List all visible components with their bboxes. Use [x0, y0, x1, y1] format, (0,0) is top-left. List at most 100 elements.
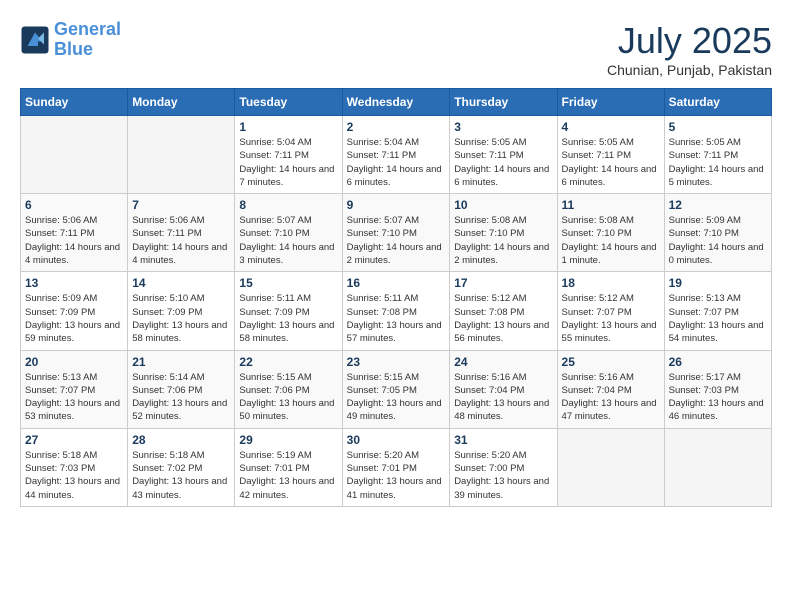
- day-info: Sunrise: 5:11 AM Sunset: 7:08 PM Dayligh…: [347, 292, 446, 345]
- calendar-cell: 26 Sunrise: 5:17 AM Sunset: 7:03 PM Dayli…: [664, 350, 771, 428]
- calendar-week-4: 20Sunrise: 5:13 AM Sunset: 7:07 PM Dayli…: [21, 350, 772, 428]
- day-number: 2: [347, 120, 446, 134]
- day-number: 27: [25, 433, 123, 447]
- day-info: Sunrise: 5:14 AM Sunset: 7:06 PM Dayligh…: [132, 371, 230, 424]
- day-number: 22: [239, 355, 337, 369]
- day-info: Sunrise: 5:13 AM Sunset: 7:07 PM Dayligh…: [669, 292, 767, 345]
- calendar-cell: 21 Sunrise: 5:14 AM Sunset: 7:06 PM Dayli…: [128, 350, 235, 428]
- day-info: Sunrise: 5:05 AM Sunset: 7:11 PM Dayligh…: [562, 136, 660, 189]
- day-info: Sunrise: 5:07 AM Sunset: 7:10 PM Dayligh…: [347, 214, 446, 267]
- calendar-cell: 27 Sunrise: 5:18 AM Sunset: 7:03 PM Dayli…: [21, 428, 128, 506]
- calendar-cell: 9 Sunrise: 5:07 AM Sunset: 7:10 PM Daylig…: [342, 194, 450, 272]
- calendar-cell: 2Sunrise: 5:04 AM Sunset: 7:11 PM Daylig…: [342, 116, 450, 194]
- day-info: Sunrise: 5:04 AM Sunset: 7:11 PM Dayligh…: [239, 136, 337, 189]
- logo-blue: Blue: [54, 39, 93, 59]
- calendar-week-5: 27 Sunrise: 5:18 AM Sunset: 7:03 PM Dayli…: [21, 428, 772, 506]
- weekday-header-monday: Monday: [128, 89, 235, 116]
- day-number: 16: [347, 276, 446, 290]
- calendar-cell: 7Sunrise: 5:06 AM Sunset: 7:11 PM Daylig…: [128, 194, 235, 272]
- calendar-cell: 5 Sunrise: 5:05 AM Sunset: 7:11 PM Daylig…: [664, 116, 771, 194]
- month-title: July 2025: [607, 20, 772, 62]
- calendar-cell: 18 Sunrise: 5:12 AM Sunset: 7:07 PM Dayli…: [557, 272, 664, 350]
- day-number: 8: [239, 198, 337, 212]
- day-number: 26: [669, 355, 767, 369]
- calendar-cell: 24Sunrise: 5:16 AM Sunset: 7:04 PM Dayli…: [450, 350, 557, 428]
- calendar-cell: 11 Sunrise: 5:08 AM Sunset: 7:10 PM Dayli…: [557, 194, 664, 272]
- day-info: Sunrise: 5:09 AM Sunset: 7:09 PM Dayligh…: [25, 292, 123, 345]
- calendar-cell: 31 Sunrise: 5:20 AM Sunset: 7:00 PM Dayli…: [450, 428, 557, 506]
- day-number: 18: [562, 276, 660, 290]
- title-block: July 2025 Chunian, Punjab, Pakistan: [607, 20, 772, 78]
- day-number: 21: [132, 355, 230, 369]
- day-number: 30: [347, 433, 446, 447]
- day-info: Sunrise: 5:15 AM Sunset: 7:06 PM Dayligh…: [239, 371, 337, 424]
- day-number: 24: [454, 355, 552, 369]
- day-info: Sunrise: 5:20 AM Sunset: 7:01 PM Dayligh…: [347, 449, 446, 502]
- weekday-header-tuesday: Tuesday: [235, 89, 342, 116]
- day-info: Sunrise: 5:07 AM Sunset: 7:10 PM Dayligh…: [239, 214, 337, 267]
- calendar-cell: [128, 116, 235, 194]
- logo: General Blue: [20, 20, 121, 60]
- day-info: Sunrise: 5:12 AM Sunset: 7:08 PM Dayligh…: [454, 292, 552, 345]
- calendar-cell: 6Sunrise: 5:06 AM Sunset: 7:11 PM Daylig…: [21, 194, 128, 272]
- calendar-cell: 25Sunrise: 5:16 AM Sunset: 7:04 PM Dayli…: [557, 350, 664, 428]
- weekday-header-thursday: Thursday: [450, 89, 557, 116]
- day-info: Sunrise: 5:09 AM Sunset: 7:10 PM Dayligh…: [669, 214, 767, 267]
- day-number: 11: [562, 198, 660, 212]
- day-number: 1: [239, 120, 337, 134]
- day-number: 17: [454, 276, 552, 290]
- day-info: Sunrise: 5:08 AM Sunset: 7:10 PM Dayligh…: [562, 214, 660, 267]
- day-info: Sunrise: 5:13 AM Sunset: 7:07 PM Dayligh…: [25, 371, 123, 424]
- page-header: General Blue July 2025 Chunian, Punjab, …: [20, 20, 772, 78]
- calendar-table: SundayMondayTuesdayWednesdayThursdayFrid…: [20, 88, 772, 507]
- calendar-cell: 4Sunrise: 5:05 AM Sunset: 7:11 PM Daylig…: [557, 116, 664, 194]
- day-info: Sunrise: 5:16 AM Sunset: 7:04 PM Dayligh…: [562, 371, 660, 424]
- calendar-cell: 29Sunrise: 5:19 AM Sunset: 7:01 PM Dayli…: [235, 428, 342, 506]
- day-info: Sunrise: 5:17 AM Sunset: 7:03 PM Dayligh…: [669, 371, 767, 424]
- calendar-cell: [664, 428, 771, 506]
- day-info: Sunrise: 5:19 AM Sunset: 7:01 PM Dayligh…: [239, 449, 337, 502]
- calendar-cell: 15Sunrise: 5:11 AM Sunset: 7:09 PM Dayli…: [235, 272, 342, 350]
- day-info: Sunrise: 5:15 AM Sunset: 7:05 PM Dayligh…: [347, 371, 446, 424]
- logo-general: General: [54, 19, 121, 39]
- day-number: 12: [669, 198, 767, 212]
- day-info: Sunrise: 5:20 AM Sunset: 7:00 PM Dayligh…: [454, 449, 552, 502]
- day-number: 10: [454, 198, 552, 212]
- calendar-cell: 28Sunrise: 5:18 AM Sunset: 7:02 PM Dayli…: [128, 428, 235, 506]
- weekday-header-saturday: Saturday: [664, 89, 771, 116]
- day-info: Sunrise: 5:10 AM Sunset: 7:09 PM Dayligh…: [132, 292, 230, 345]
- calendar-cell: [557, 428, 664, 506]
- calendar-cell: 16 Sunrise: 5:11 AM Sunset: 7:08 PM Dayli…: [342, 272, 450, 350]
- calendar-week-3: 13 Sunrise: 5:09 AM Sunset: 7:09 PM Dayli…: [21, 272, 772, 350]
- weekday-header-sunday: Sunday: [21, 89, 128, 116]
- day-info: Sunrise: 5:18 AM Sunset: 7:03 PM Dayligh…: [25, 449, 123, 502]
- calendar-cell: 13 Sunrise: 5:09 AM Sunset: 7:09 PM Dayli…: [21, 272, 128, 350]
- day-number: 23: [347, 355, 446, 369]
- weekday-header-wednesday: Wednesday: [342, 89, 450, 116]
- day-number: 31: [454, 433, 552, 447]
- day-number: 14: [132, 276, 230, 290]
- calendar-cell: 12 Sunrise: 5:09 AM Sunset: 7:10 PM Dayli…: [664, 194, 771, 272]
- location: Chunian, Punjab, Pakistan: [607, 62, 772, 78]
- day-number: 19: [669, 276, 767, 290]
- calendar-week-2: 6Sunrise: 5:06 AM Sunset: 7:11 PM Daylig…: [21, 194, 772, 272]
- day-info: Sunrise: 5:12 AM Sunset: 7:07 PM Dayligh…: [562, 292, 660, 345]
- day-number: 5: [669, 120, 767, 134]
- day-number: 3: [454, 120, 552, 134]
- calendar-cell: 19 Sunrise: 5:13 AM Sunset: 7:07 PM Dayli…: [664, 272, 771, 350]
- day-number: 9: [347, 198, 446, 212]
- calendar-cell: [21, 116, 128, 194]
- day-info: Sunrise: 5:18 AM Sunset: 7:02 PM Dayligh…: [132, 449, 230, 502]
- logo-text: General Blue: [54, 20, 121, 60]
- day-info: Sunrise: 5:05 AM Sunset: 7:11 PM Dayligh…: [454, 136, 552, 189]
- calendar-cell: 20Sunrise: 5:13 AM Sunset: 7:07 PM Dayli…: [21, 350, 128, 428]
- calendar-cell: 10Sunrise: 5:08 AM Sunset: 7:10 PM Dayli…: [450, 194, 557, 272]
- calendar-cell: 14 Sunrise: 5:10 AM Sunset: 7:09 PM Dayli…: [128, 272, 235, 350]
- day-info: Sunrise: 5:05 AM Sunset: 7:11 PM Dayligh…: [669, 136, 767, 189]
- logo-icon: [20, 25, 50, 55]
- day-number: 6: [25, 198, 123, 212]
- calendar-cell: 1 Sunrise: 5:04 AM Sunset: 7:11 PM Daylig…: [235, 116, 342, 194]
- day-number: 15: [239, 276, 337, 290]
- day-number: 13: [25, 276, 123, 290]
- weekday-header-friday: Friday: [557, 89, 664, 116]
